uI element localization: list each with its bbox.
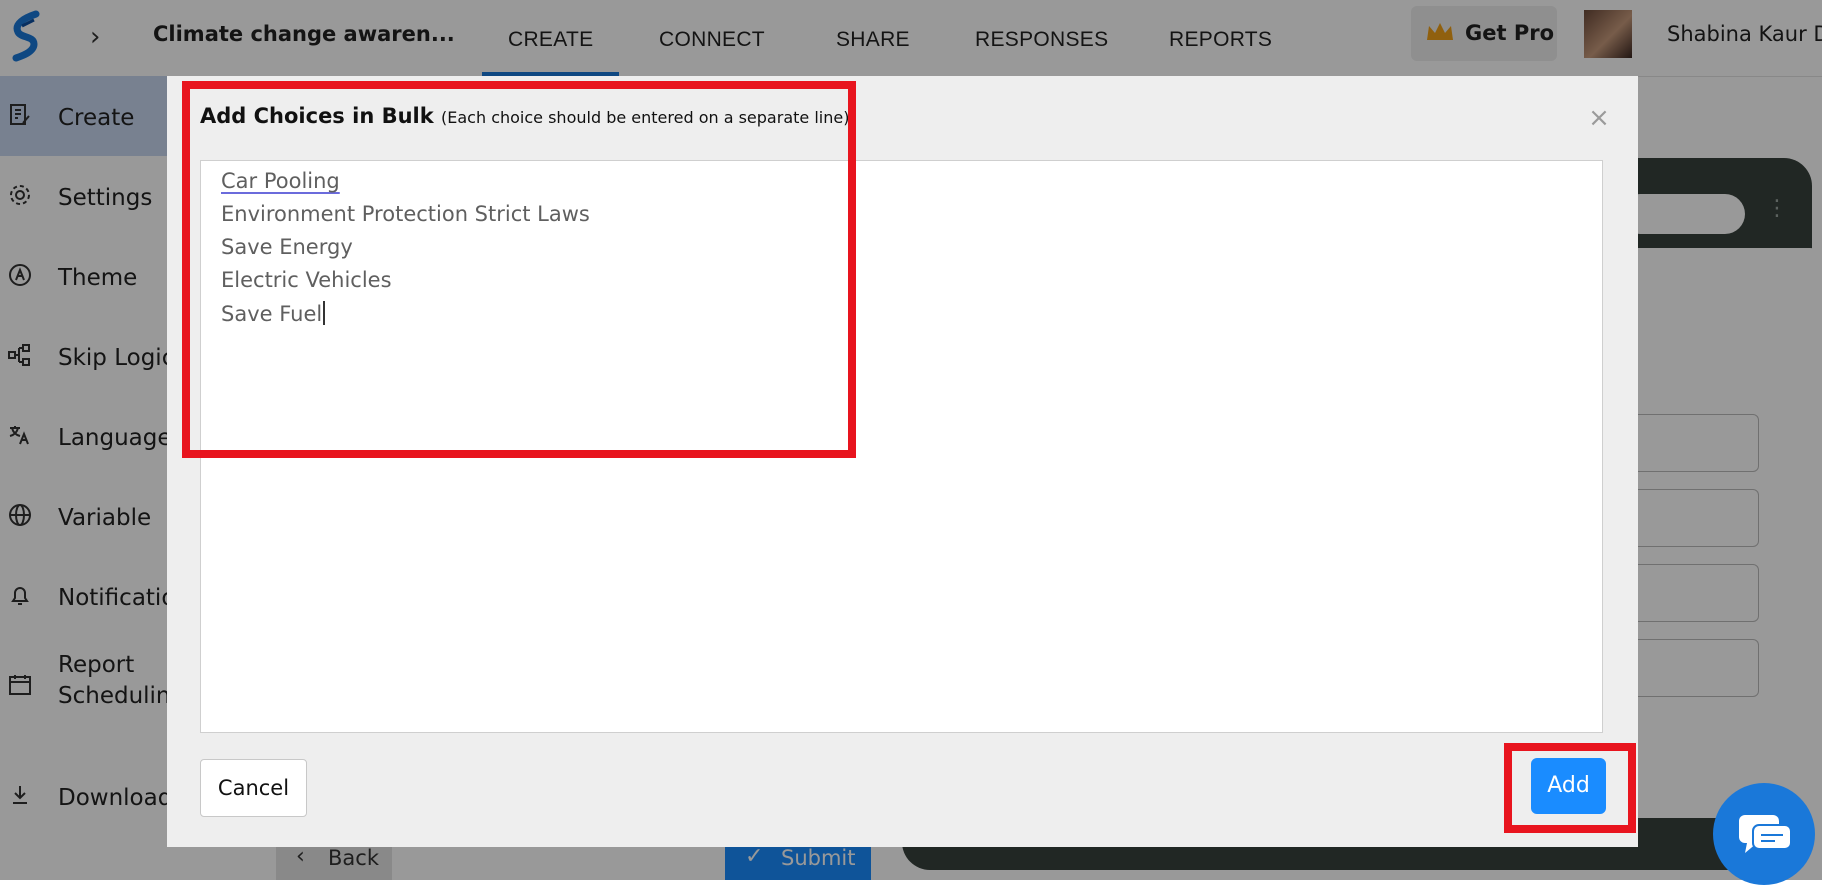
- cancel-button[interactable]: Cancel: [200, 759, 307, 817]
- chat-widget-button[interactable]: [1713, 783, 1815, 885]
- close-icon[interactable]: ×: [1587, 105, 1611, 131]
- highlight-box-add: [1504, 743, 1636, 833]
- highlight-box-textarea: [182, 81, 856, 458]
- chat-icon: [1739, 815, 1792, 853]
